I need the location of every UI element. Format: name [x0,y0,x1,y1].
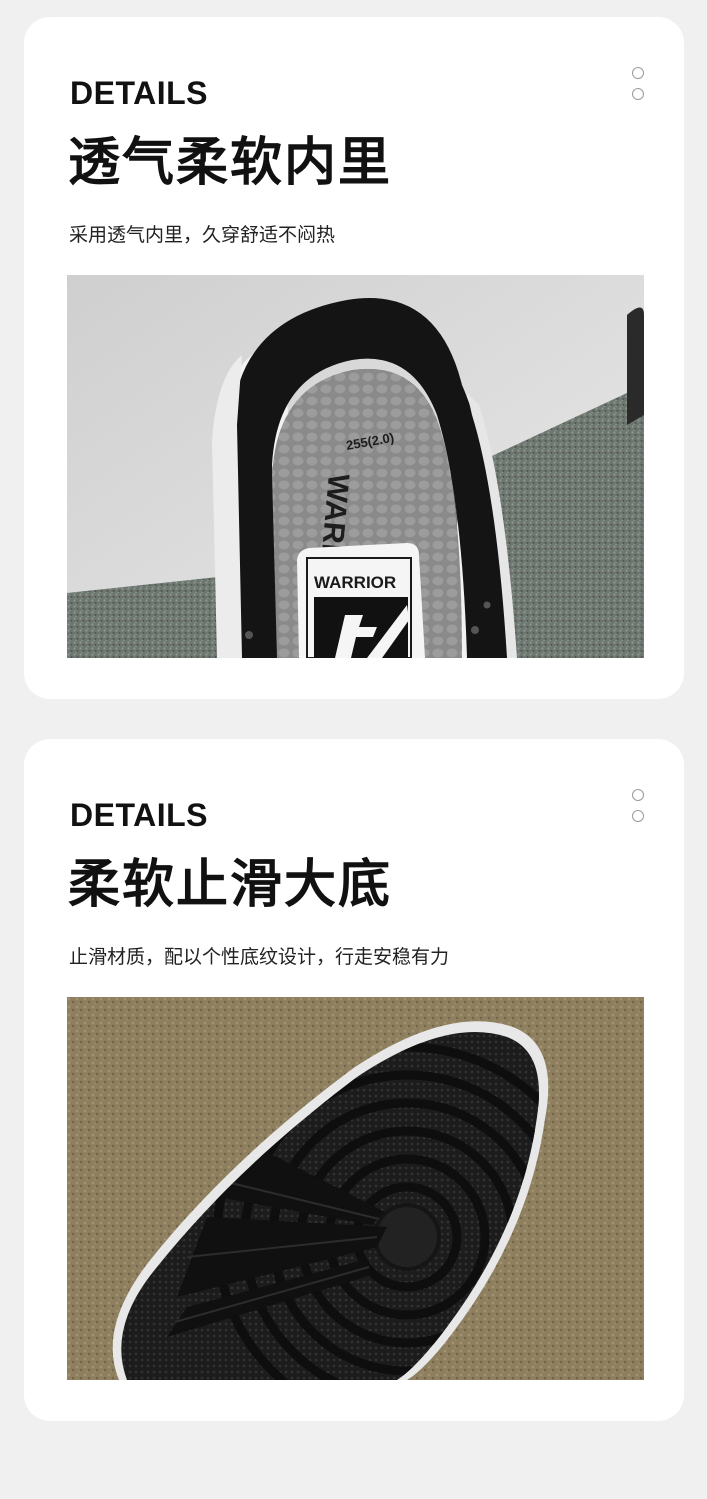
section-subtext: 止滑材质，配以个性底纹设计，行走安稳有力 [69,946,450,968]
detail-card-lining: DETAILS 透气柔软内里 采用透气内里，久穿舒适不闷热 255(2.0) W… [24,17,684,699]
shoe-lining-photo: 255(2.0) WARRIOR WARRIOR [67,275,644,658]
shoe-outsole-photo [67,997,644,1380]
tongue-label-text: WARRIOR [314,573,396,592]
section-subtext: 采用透气内里，久穿舒适不闷热 [69,224,336,246]
section-headline: 柔软止滑大底 [68,855,393,915]
ellipsis-vertical-icon [632,789,646,831]
detail-card-outsole: DETAILS 柔软止滑大底 止滑材质，配以个性底纹设计，行走安稳有力 [24,739,684,1421]
section-headline: 透气柔软内里 [68,133,393,193]
section-eyebrow: DETAILS [70,797,209,833]
section-eyebrow: DETAILS [70,75,209,111]
ellipsis-vertical-icon [632,67,646,109]
